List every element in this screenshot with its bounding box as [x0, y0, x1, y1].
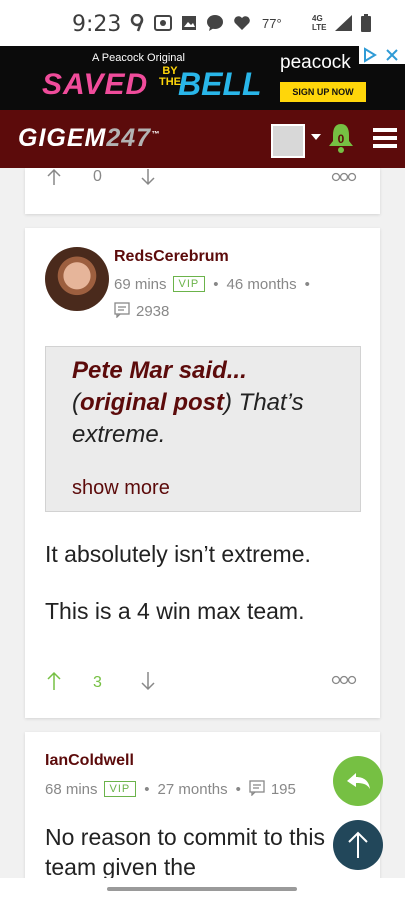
member-tenure: 27 months [157, 781, 228, 798]
network-label: LTE [312, 23, 327, 32]
ad-title-bell: BELL [178, 66, 262, 102]
upvote-arrow-icon[interactable] [45, 671, 63, 691]
quote-author: Pete Mar said... [72, 357, 247, 384]
signal-icon [335, 15, 352, 31]
vip-badge: VIP [172, 276, 206, 292]
post-body-line: This is a 4 win max team. [45, 598, 305, 624]
post-meta: 68 mins VIP • 27 months • 195 [45, 780, 296, 798]
arrow-up-icon [348, 831, 368, 858]
post-time: 69 mins [114, 276, 167, 293]
member-tenure: 46 months [226, 276, 297, 293]
network-label: 4G [312, 14, 323, 23]
logo-trademark: ™ [151, 129, 161, 139]
user-avatar-button[interactable] [271, 124, 305, 158]
ad-brand: peacock [280, 52, 351, 73]
downvote-arrow-icon[interactable] [139, 671, 157, 691]
hamburger-icon[interactable] [372, 126, 398, 150]
home-gesture-bar[interactable] [107, 887, 297, 891]
quote-text: Pete Mar said... (original post) That’s … [72, 357, 304, 448]
post-count-row: 2938 [114, 302, 169, 320]
more-options-icon[interactable] [331, 675, 357, 685]
comment-icon [114, 302, 130, 319]
reply-button[interactable] [333, 756, 383, 806]
logo-text: GIGEM [18, 124, 107, 152]
message-icon [207, 15, 223, 31]
ad-title-saved: SAVED [42, 68, 149, 101]
scroll-to-top-button[interactable] [333, 820, 383, 870]
post-card: IanColdwell 68 mins VIP • 27 months • 195 No … [25, 732, 380, 900]
vote-count: 3 [93, 674, 102, 691]
ad-banner[interactable]: A Peacock Original SAVED BY THE BELL peac… [0, 46, 405, 110]
original-post-link[interactable]: original post [80, 389, 224, 416]
heart-icon [234, 16, 250, 30]
post-username[interactable]: RedsCerebrum [114, 248, 229, 266]
chevron-down-icon[interactable] [310, 132, 322, 142]
vip-badge: VIP [103, 781, 137, 797]
ad-cta-button[interactable]: SIGN UP NOW [280, 82, 366, 102]
avatar[interactable] [45, 247, 109, 311]
post-count: 195 [270, 781, 296, 798]
post-card: RedsCerebrum 69 mins VIP • 46 months • 2938 … [25, 228, 380, 718]
post-card: 0 [25, 168, 380, 214]
status-bar: 9:23 77° 4G LTE [0, 0, 405, 46]
post-meta: 69 mins VIP • 46 months • [114, 276, 310, 293]
image-icon [182, 16, 196, 30]
network-type: 4G LTE [312, 14, 327, 32]
post-username[interactable]: IanColdwell [45, 752, 134, 770]
radio-icon [154, 15, 172, 31]
status-temperature: 77° [262, 16, 282, 31]
logo-number: 247 [106, 124, 152, 152]
post-body-line: No reason to commit to this team given t… [45, 824, 325, 880]
status-time: 9:23 [72, 12, 122, 37]
upvote-arrow-icon[interactable] [45, 168, 63, 186]
post-time: 68 mins [45, 781, 98, 798]
notification-count: 0 [338, 132, 345, 146]
comment-icon [249, 780, 265, 797]
site-logo[interactable]: GIGEM247™ [18, 124, 160, 153]
adchoices-icon[interactable] [359, 46, 405, 64]
show-more-link[interactable]: show more [72, 477, 170, 500]
notification-app-icon [130, 14, 144, 32]
vote-count: 0 [93, 168, 102, 185]
bell-icon[interactable]: 0 [327, 122, 355, 154]
quoted-post: Pete Mar said... (original post) That’s … [45, 346, 361, 512]
downvote-arrow-icon[interactable] [139, 168, 157, 186]
reply-icon [347, 773, 370, 789]
post-body-line: It absolutely isn’t extreme. [45, 541, 311, 567]
system-nav-bar [0, 878, 405, 900]
post-count: 2938 [136, 303, 170, 320]
battery-icon [361, 14, 371, 32]
ad-tagline: A Peacock Original [92, 52, 185, 64]
more-options-icon[interactable] [331, 172, 357, 182]
